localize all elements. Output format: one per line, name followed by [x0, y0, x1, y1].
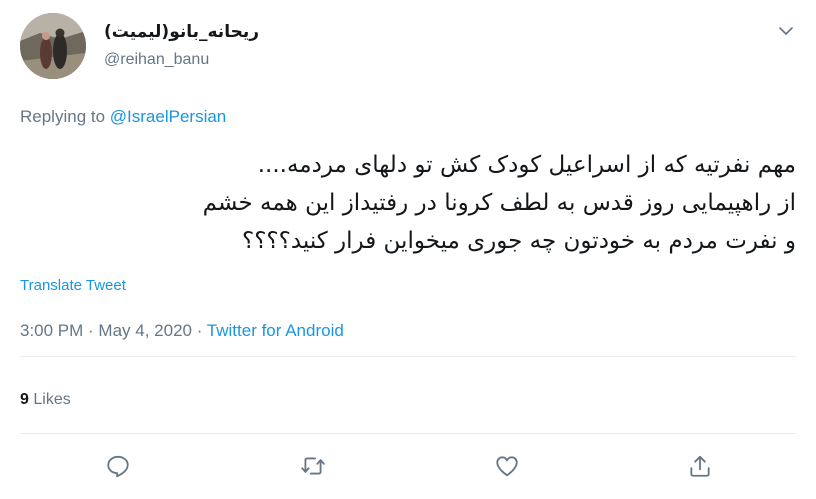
retweet-icon	[301, 457, 325, 475]
retweet-button[interactable]	[300, 453, 326, 479]
user-handle[interactable]: @reihan_banu	[104, 51, 209, 69]
share-button[interactable]	[687, 453, 713, 479]
tweet-text-line: از راهپیمایی روز قدس به لطف کرونا در رفت…	[202, 190, 796, 216]
meta-separator: ·	[83, 321, 99, 340]
share-icon	[690, 455, 710, 477]
tweet-date[interactable]: May 4, 2020	[98, 321, 192, 340]
like-button[interactable]	[494, 453, 520, 479]
display-name[interactable]: ریحانه_بانو(لیمیت)	[104, 22, 259, 42]
tweet-meta: 3:00 PM · May 4, 2020 · Twitter for Andr…	[20, 321, 344, 341]
divider	[20, 433, 796, 434]
replying-to-prefix: Replying to	[20, 107, 110, 126]
tweet-time[interactable]: 3:00 PM	[20, 321, 83, 340]
avatar-image	[20, 13, 86, 79]
likes-label: Likes	[33, 391, 71, 408]
translate-tweet-link[interactable]: Translate Tweet	[20, 277, 126, 294]
likes-count: 9	[20, 391, 29, 408]
tweet-text: مهم نفرتیه که از اسراعیل کودک کش تو دلها…	[20, 146, 796, 260]
meta-separator: ·	[191, 321, 207, 340]
tweet-text-line: و نفرت مردم به خودتون چه جوری میخواین فر…	[242, 228, 796, 254]
avatar[interactable]	[20, 13, 86, 79]
more-menu-button[interactable]	[777, 22, 795, 40]
tweet-source-link[interactable]: Twitter for Android	[207, 321, 344, 340]
reply-mention-link[interactable]: @IsraelPersian	[110, 107, 226, 126]
reply-icon	[107, 455, 129, 478]
likes-stat[interactable]: 9 Likes	[20, 391, 71, 409]
reply-button[interactable]	[105, 453, 131, 479]
divider	[20, 356, 796, 357]
tweet-text-line: مهم نفرتیه که از اسراعیل کودک کش تو دلها…	[257, 152, 796, 178]
heart-icon	[496, 456, 518, 477]
replying-to: Replying to @IsraelPersian	[20, 107, 226, 127]
chevron-down-icon	[779, 27, 793, 35]
